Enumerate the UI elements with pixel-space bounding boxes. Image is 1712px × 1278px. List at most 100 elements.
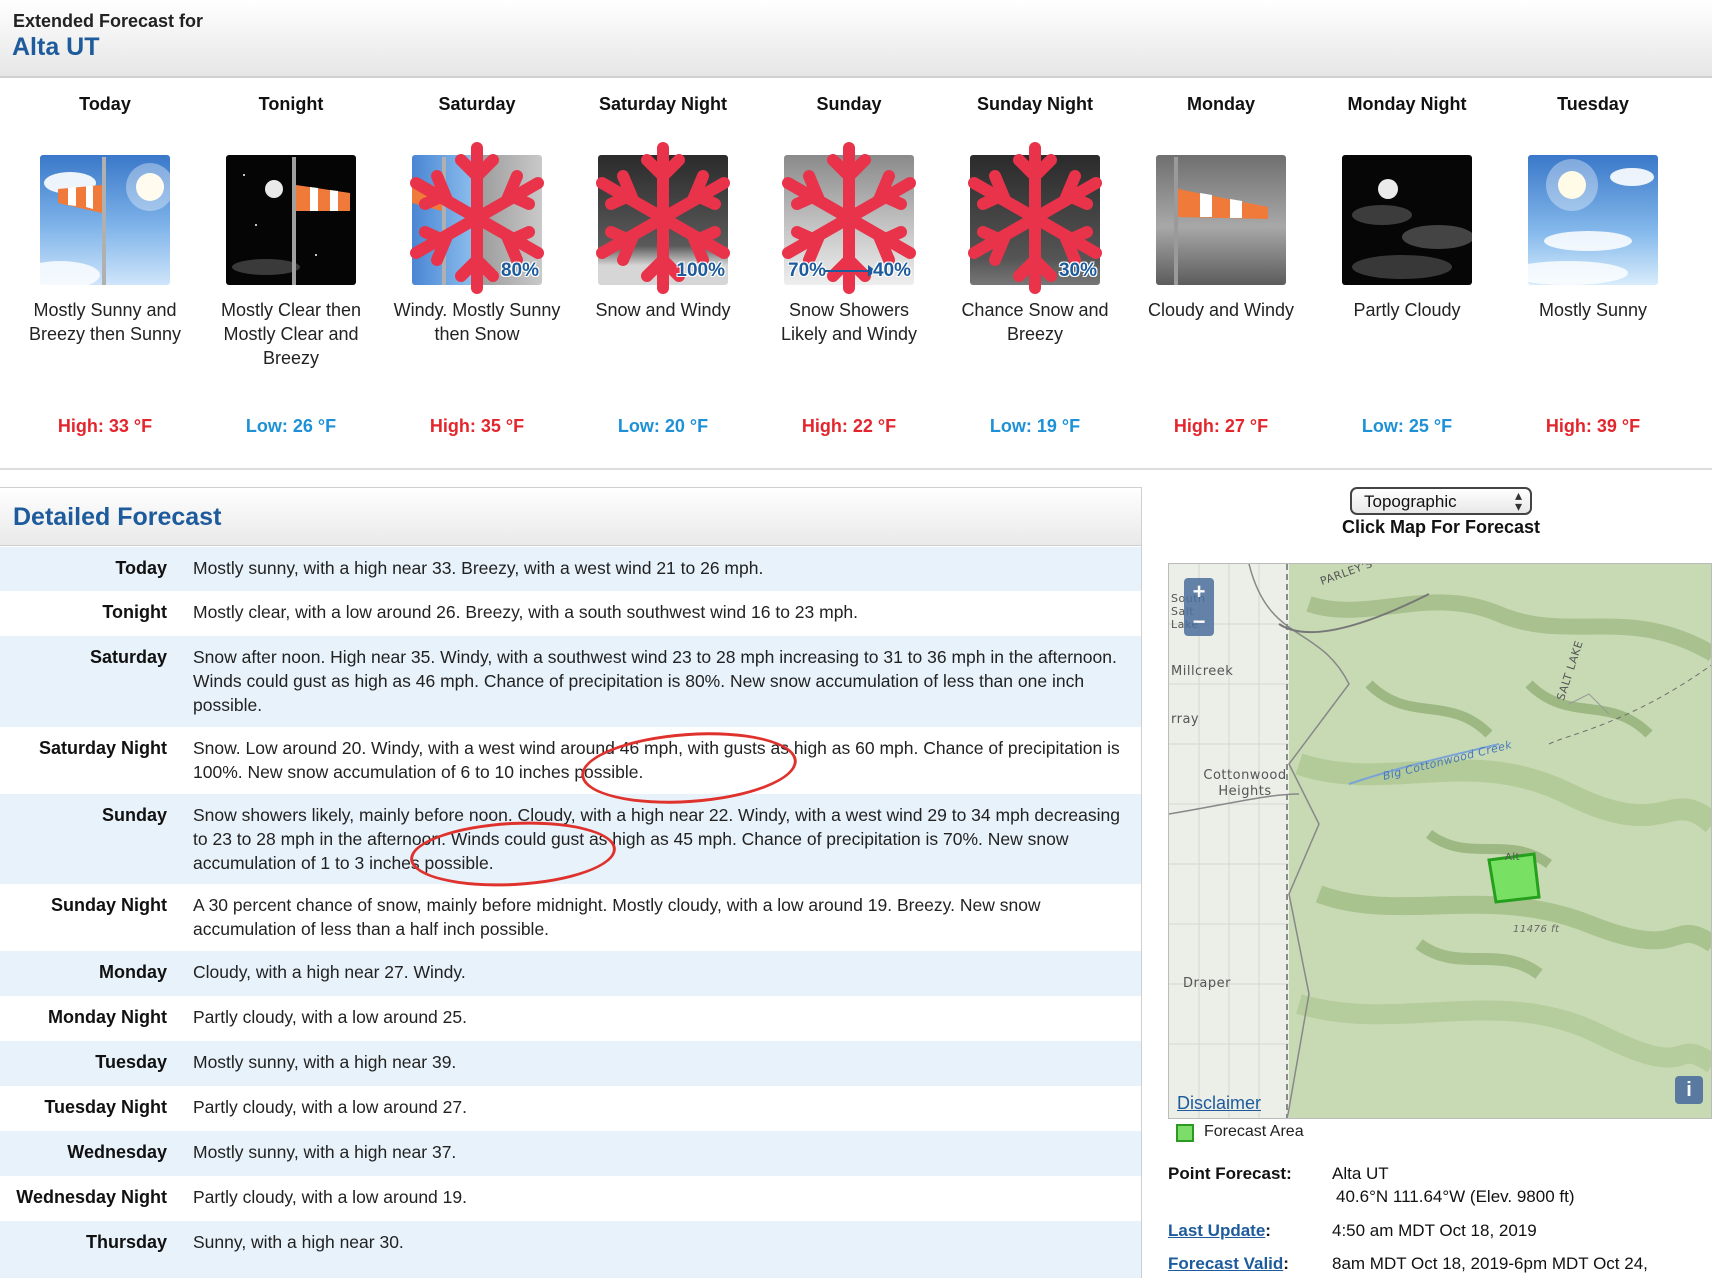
period-name: Tuesday xyxy=(1557,94,1629,114)
row-period: Sunday Night xyxy=(51,895,167,915)
zoom-in-button[interactable]: + xyxy=(1184,578,1214,606)
period-name: Sunday xyxy=(816,94,882,114)
mostly-sunny-icon xyxy=(1528,155,1658,285)
windy-night-moon-icon xyxy=(226,155,356,285)
snow-windy-icon: 100% xyxy=(596,142,730,294)
forecast-row: Sunday Night A 30 percent chance of snow… xyxy=(0,884,1141,951)
map-label-murray: rray xyxy=(1171,712,1200,727)
row-text: Partly cloudy, with a low around 27. xyxy=(193,1097,467,1117)
precip-chance-start: 70% xyxy=(788,260,827,281)
row-text: Partly cloudy, with a low around 19. xyxy=(193,1187,467,1207)
map-type-value: Topographic xyxy=(1364,492,1457,511)
period-description: Mostly Sunny and Breezy then Sunny xyxy=(28,300,182,344)
forecast-row: Thursday Sunny, with a high near 30. xyxy=(0,1221,1141,1278)
last-update-row: Last Update: xyxy=(1168,1221,1271,1240)
trend-arrow-icon xyxy=(824,265,876,277)
period-description: Mostly Clear then Mostly Clear and Breez… xyxy=(220,300,362,368)
period-temperature: High: 27 °F xyxy=(1173,416,1269,436)
last-update-link[interactable]: Last Update xyxy=(1168,1221,1265,1240)
forecast-row: Tonight Mostly clear, with a low around … xyxy=(0,591,1141,636)
row-period: Thursday xyxy=(85,1232,167,1252)
period-temperature: Low: 19 °F xyxy=(989,416,1081,436)
disclaimer-link[interactable]: Disclaimer xyxy=(1177,1093,1261,1114)
forecast-row: Monday Cloudy, with a high near 27. Wind… xyxy=(0,951,1141,996)
zoom-control: + − xyxy=(1184,578,1214,636)
period-card[interactable]: Monday Night Partly Cloudy Low: 25 °F xyxy=(1314,80,1500,470)
period-name: Today xyxy=(79,94,131,114)
forecast-row: Saturday Snow after noon. High near 35. … xyxy=(0,636,1141,727)
chance-snow-icon: 30% xyxy=(968,142,1102,294)
period-name: Monday xyxy=(1186,94,1255,114)
header-label: Extended Forecast for xyxy=(13,11,204,31)
map-info-button[interactable]: i xyxy=(1675,1076,1703,1104)
row-text: Snow after noon. High near 35. Windy, wi… xyxy=(193,647,1117,715)
forecast-map[interactable]: South Salt Lake Millcreek rray Cottonwoo… xyxy=(1168,563,1712,1119)
period-card[interactable]: Saturday 80% Windy. Mostly Sunny then Sn… xyxy=(384,80,570,470)
period-description: Partly Cloudy xyxy=(1353,300,1461,320)
period-description: Cloudy and Windy xyxy=(1147,300,1295,320)
forecast-row: Wednesday Night Partly cloudy, with a lo… xyxy=(0,1176,1141,1221)
zoom-out-button[interactable]: − xyxy=(1184,608,1214,636)
row-period: Today xyxy=(115,558,167,578)
period-temperature: High: 39 °F xyxy=(1545,416,1641,436)
forecast-valid-link[interactable]: Forecast Valid xyxy=(1168,1254,1283,1273)
row-period: Monday Night xyxy=(48,1007,167,1027)
row-period: Sunday xyxy=(101,805,167,825)
period-card[interactable]: Tuesday Mostly Sunny High: 39 °F xyxy=(1500,80,1686,470)
detailed-forecast-header: Detailed Forecast xyxy=(0,488,1141,546)
legend-label: Forecast Area xyxy=(1204,1123,1304,1140)
map-label-alta: Alt xyxy=(1505,852,1521,863)
forecast-valid-row: Forecast Valid: xyxy=(1168,1254,1289,1273)
windy-snow-icon: 80% xyxy=(410,142,544,294)
period-card[interactable]: Saturday Night 100% Snow and Windy Low: … xyxy=(570,80,756,470)
period-description: Windy. Mostly Sunny then Snow xyxy=(393,300,561,344)
select-arrows-icon: ▴ ▾ xyxy=(1514,487,1522,514)
period-card[interactable]: Monday Cloudy and Windy High: 27 °F xyxy=(1128,80,1314,470)
forecast-row: Tuesday Mostly sunny, with a high near 3… xyxy=(0,1041,1141,1086)
period-name: Saturday xyxy=(438,94,516,114)
map-label-draper: Draper xyxy=(1183,976,1231,991)
forecast-periods: Today Mostly Sunny and Breezy then Sunny… xyxy=(0,80,1712,470)
row-period: Tuesday xyxy=(95,1052,167,1072)
map-type-select[interactable]: Topographic ▴ ▾ xyxy=(1350,487,1532,515)
period-card[interactable]: Sunday Night 30% Chance Snow and Breezy … xyxy=(942,80,1128,470)
partly-cloudy-night-icon xyxy=(1342,155,1472,285)
period-card[interactable]: Sunday 70% 40% Snow Showers Likely and W… xyxy=(756,80,942,470)
period-temperature: Low: 20 °F xyxy=(617,416,709,436)
map-label-peak: 11476 ft xyxy=(1513,924,1560,935)
row-period: Tuesday Night xyxy=(44,1097,167,1117)
forecast-area-swatch-icon xyxy=(1176,1124,1194,1142)
row-text: Mostly sunny, with a high near 39. xyxy=(193,1052,457,1072)
forecast-row: Monday Night Partly cloudy, with a low a… xyxy=(0,996,1141,1041)
forecast-row: Today Mostly sunny, with a high near 33.… xyxy=(0,547,1141,591)
row-period: Wednesday xyxy=(67,1142,167,1162)
period-name: Tonight xyxy=(258,94,324,114)
period-name: Saturday Night xyxy=(598,94,727,114)
row-text: Mostly sunny, with a high near 33. Breez… xyxy=(193,558,764,578)
windy-sunny-icon xyxy=(40,155,170,285)
period-card[interactable]: Today Mostly Sunny and Breezy then Sunny… xyxy=(12,80,198,470)
row-period: Tonight xyxy=(102,602,167,622)
detailed-forecast-panel: Detailed Forecast Today Mostly sunny, wi… xyxy=(0,487,1142,1278)
period-name: Monday Night xyxy=(1347,94,1467,114)
period-description: Mostly Sunny xyxy=(1538,300,1648,320)
last-update-value: 4:50 am MDT Oct 18, 2019 xyxy=(1332,1221,1537,1240)
precip-chance-end: 40% xyxy=(872,260,911,281)
forecast-row: Saturday Night Snow. Low around 20. Wind… xyxy=(0,727,1141,794)
row-text: Mostly clear, with a low around 26. Bree… xyxy=(193,602,859,622)
row-text: Sunny, with a high near 30. xyxy=(193,1232,404,1252)
forecast-row: Wednesday Mostly sunny, with a high near… xyxy=(0,1131,1141,1176)
map-label-millcreek: Millcreek xyxy=(1171,664,1234,679)
precip-chance: 30% xyxy=(1058,260,1097,281)
period-temperature: High: 22 °F xyxy=(801,416,897,436)
period-name: Sunday Night xyxy=(977,94,1093,114)
period-temperature: Low: 25 °F xyxy=(1361,416,1453,436)
period-description: Snow Showers Likely and Windy xyxy=(780,300,918,344)
point-forecast-name: Alta UT xyxy=(1332,1164,1389,1183)
map-hint: Click Map For Forecast xyxy=(1341,517,1541,537)
period-card[interactable]: Tonight Mostly Clear then Mostly Clear a… xyxy=(198,80,384,470)
map-label-cottonwood-heights: Cottonwood Heights xyxy=(1203,768,1287,799)
row-text: Cloudy, with a high near 27. Windy. xyxy=(193,962,466,982)
row-period: Saturday Night xyxy=(38,738,167,758)
row-text: Snow showers likely, mainly before noon.… xyxy=(193,805,1121,873)
